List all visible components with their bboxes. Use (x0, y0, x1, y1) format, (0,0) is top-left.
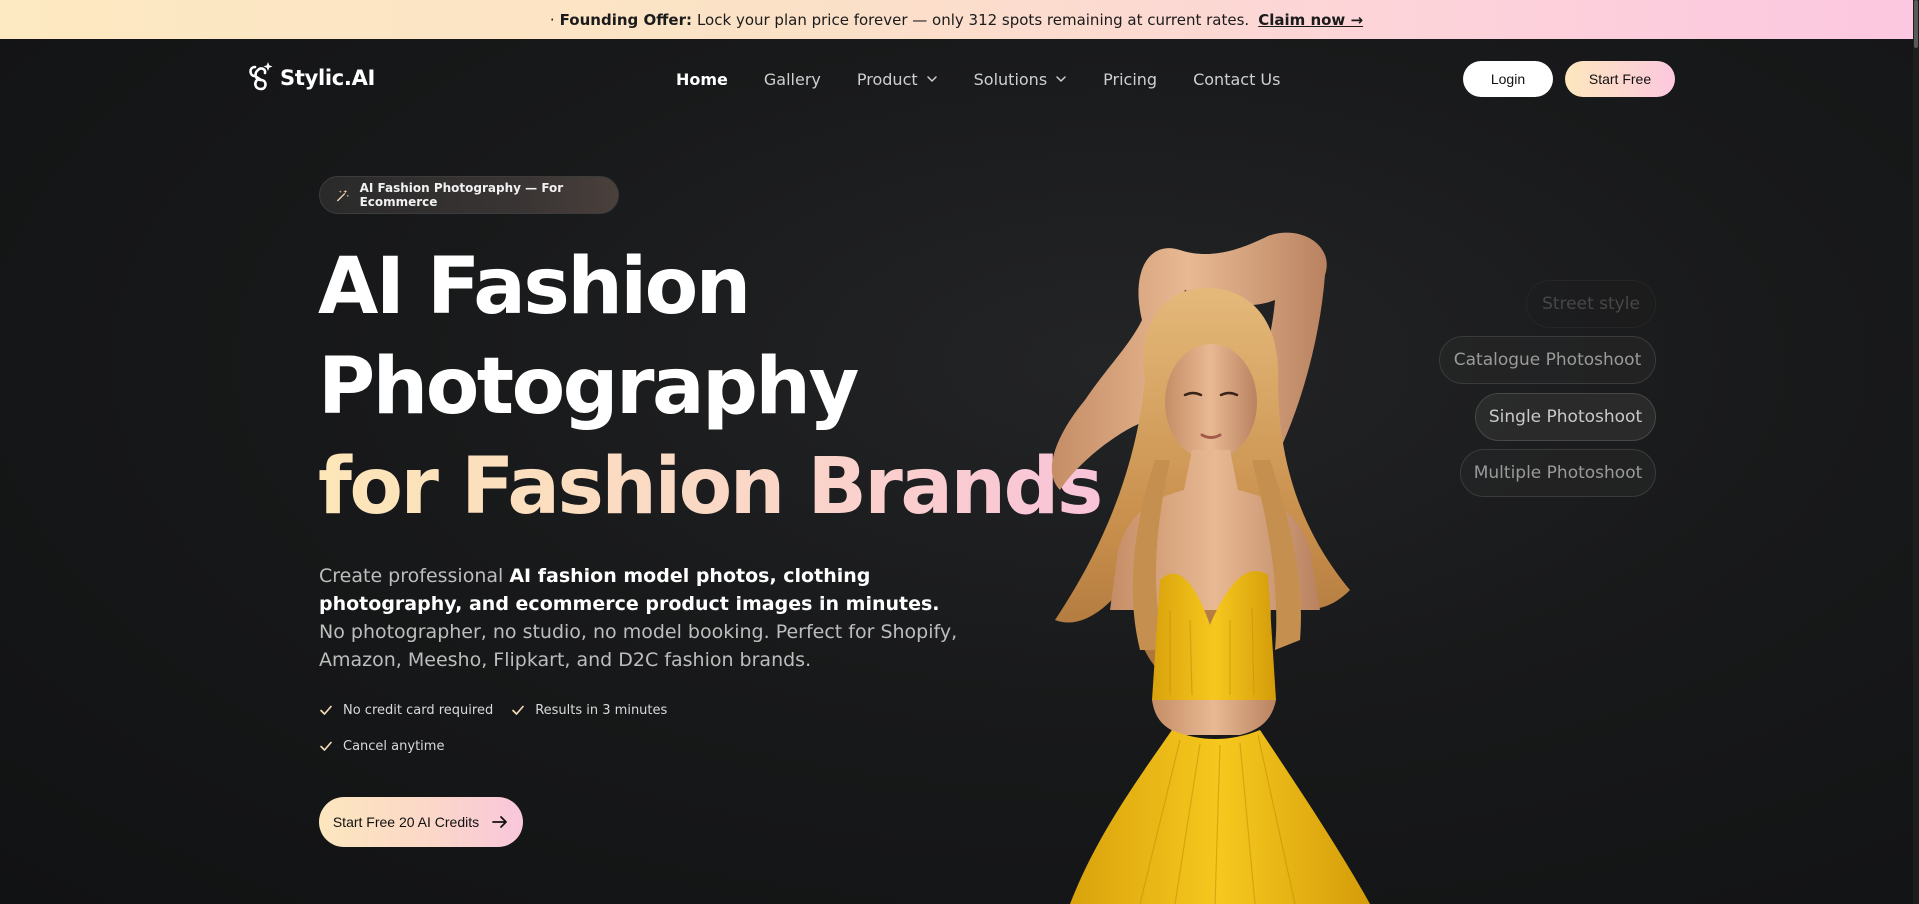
logo-icon (249, 62, 273, 91)
style-chip-multiple[interactable]: Multiple Photoshoot (1460, 449, 1656, 497)
chevron-down-icon (1056, 76, 1066, 82)
start-free-credits-button[interactable]: Start Free 20 AI Credits (319, 797, 523, 847)
announcement-dot: · (549, 10, 555, 29)
benefit-item: Results in 3 minutes (511, 699, 667, 721)
style-chip-catalogue[interactable]: Catalogue Photoshoot (1439, 336, 1656, 384)
benefit-item: Cancel anytime (319, 735, 444, 757)
hero-model-image (1051, 232, 1370, 904)
cta-label: Start Free 20 AI Credits (332, 814, 480, 830)
hero-title-line-1: AI Fashion (318, 242, 751, 332)
magic-wand-icon (337, 189, 350, 201)
page: · Founding Offer: Lock your plan price f… (0, 0, 1919, 904)
hero-description: Create professional AI fashion model pho… (319, 562, 959, 674)
style-chip-single[interactable]: Single Photoshoot (1475, 393, 1656, 441)
nav-solutions[interactable]: Solutions (974, 70, 1068, 89)
arrow-right-icon (492, 816, 508, 828)
style-chip-street[interactable]: Street style (1526, 280, 1656, 328)
brand-logo[interactable]: Stylic.AI (246, 61, 375, 95)
benefit-label: Results in 3 minutes (535, 702, 668, 718)
announcement-label: Founding Offer: (559, 10, 692, 29)
hero-badge-label: AI Fashion Photography — For Ecommerce (359, 181, 564, 209)
announcement-message: Lock your plan price forever — only 312 … (696, 10, 1250, 29)
start-free-button[interactable]: Start Free (1565, 61, 1675, 97)
nav-product-label: Product (856, 69, 918, 89)
hero-desc-part-2: No photographer, no studio, no model boo… (319, 621, 958, 671)
hero-title-line-2: Photography (318, 342, 859, 432)
nav-pricing-label: Pricing (1103, 69, 1158, 89)
nav-home[interactable]: Home (676, 70, 728, 89)
navbar: Stylic.AI Home Gallery Product Solutions… (0, 39, 1913, 119)
hero-desc-part-1: Create professional (319, 565, 510, 587)
benefit-label: No credit card required (343, 702, 494, 718)
nav-product[interactable]: Product (857, 70, 938, 89)
nav-gallery-label: Gallery (763, 69, 821, 89)
benefit-label: Cancel anytime (343, 738, 445, 754)
nav-contact-label: Contact Us (1193, 69, 1281, 89)
chevron-down-icon (926, 76, 937, 82)
nav-home-label: Home (676, 69, 728, 89)
benefit-list: No credit card required Results in 3 min… (319, 699, 739, 757)
check-icon (320, 705, 332, 715)
login-button[interactable]: Login (1463, 61, 1553, 97)
nav-pricing[interactable]: Pricing (1103, 70, 1157, 89)
benefit-item: No credit card required (319, 699, 493, 721)
brand-name: Stylic.AI (280, 66, 376, 90)
check-icon (320, 741, 332, 751)
hero-badge: AI Fashion Photography — For Ecommerce (319, 176, 619, 214)
nav-gallery[interactable]: Gallery (764, 70, 821, 89)
announcement-bar: · Founding Offer: Lock your plan price f… (0, 0, 1913, 39)
claim-now-link[interactable]: Claim now → (1258, 11, 1363, 29)
nav-contact[interactable]: Contact Us (1193, 70, 1280, 89)
main-menu: Home Gallery Product Solutions Pricing C… (676, 67, 1316, 91)
nav-solutions-label: Solutions (973, 69, 1048, 89)
check-icon (512, 705, 525, 715)
scrollbar-thumb[interactable] (1914, 0, 1918, 48)
scrollbar[interactable] (1913, 0, 1919, 904)
